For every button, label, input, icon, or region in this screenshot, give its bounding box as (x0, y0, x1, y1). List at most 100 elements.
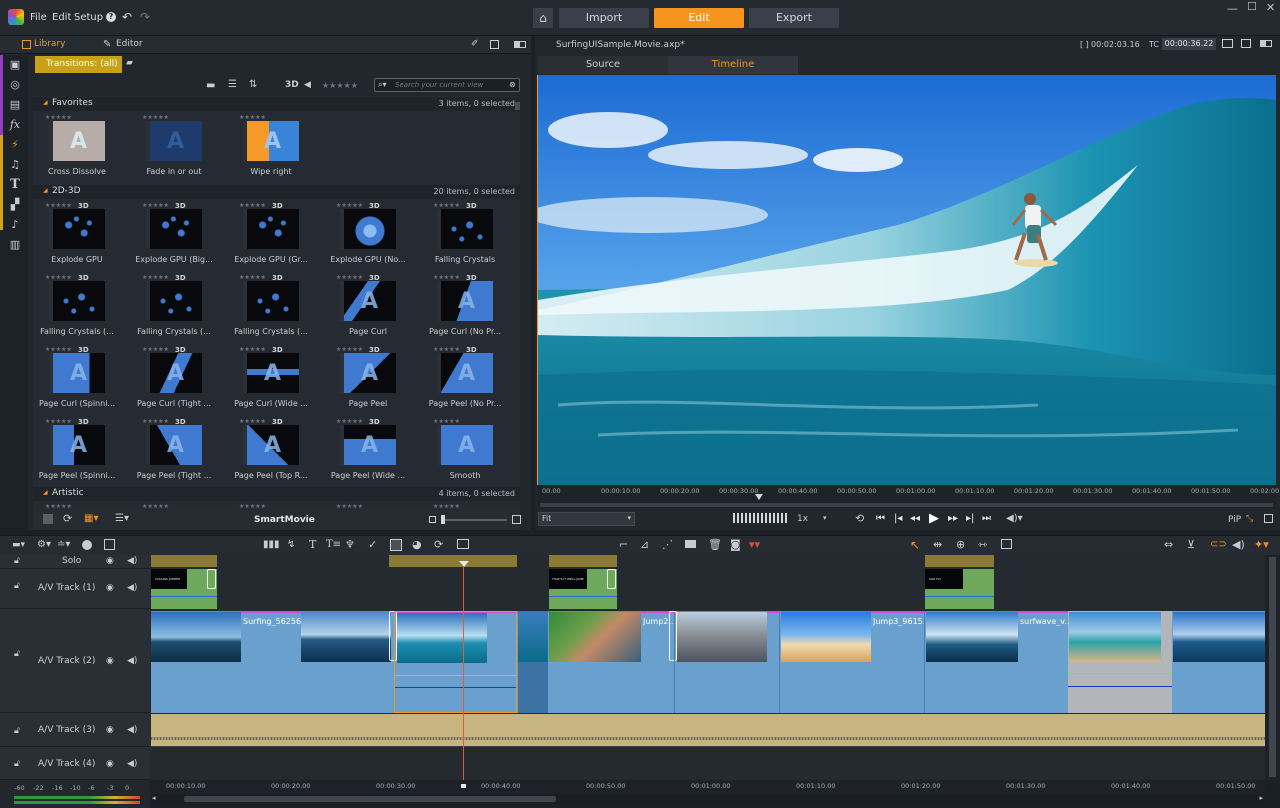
rating-stars[interactable]: ★★★★★ (336, 418, 363, 425)
music-icon[interactable]: ♫ (7, 157, 23, 173)
rating-stars[interactable]: ★★★★★ (239, 274, 266, 281)
grid-icon[interactable] (390, 539, 402, 551)
rating-stars[interactable]: ★★★★★ (336, 274, 363, 281)
selection-tool-icon[interactable]: ↖ (910, 538, 920, 552)
clip-handle[interactable] (669, 611, 677, 661)
sound-effects-icon[interactable]: ♪ (7, 217, 23, 233)
razor-icon[interactable]: ⌐ (619, 538, 628, 551)
rating-stars[interactable]: ★★★★★ (433, 346, 460, 353)
audio-icon[interactable]: ◀) (127, 656, 137, 666)
speed-chevron-icon[interactable]: ▾ (823, 514, 827, 522)
track-header-icon[interactable]: ▬▾ (12, 540, 25, 550)
tag-filter-icon[interactable]: ◀ (304, 80, 311, 90)
grid-view-icon[interactable]: ▦▾ (84, 513, 98, 524)
rating-stars[interactable]: ★★★★★ (239, 346, 266, 353)
transition-tile[interactable]: ★★★★★ 3D A Page Curl (Tight ... (134, 346, 214, 418)
visibility-icon[interactable]: ◉ (106, 725, 114, 735)
transition-tile[interactable]: ★★★★★ 3D A Page Peel (Wide ... (328, 418, 408, 490)
transition-tile[interactable]: ★★★★★ 3D Explode GPU (Gr... (231, 202, 311, 274)
transition-tile[interactable]: ★★★★★ 3D A Page Curl (328, 274, 408, 346)
fit-dropdown[interactable]: Fit ▾ (538, 512, 635, 526)
rating-stars[interactable]: ★★★★★ (433, 503, 460, 510)
snap-icon[interactable]: ⊂⊃ (1210, 539, 1227, 550)
menus-icon[interactable]: ▥ (7, 237, 23, 253)
projects-icon[interactable]: ▤ (7, 97, 23, 113)
rating-stars[interactable]: ★★★★★ (239, 418, 266, 425)
rating-stars[interactable]: ★★★★★ (142, 274, 169, 281)
audio-scrub-icon[interactable]: ◀) (1232, 538, 1245, 551)
fullscreen-icon[interactable] (1264, 514, 1273, 523)
rating-stars[interactable]: ★★★★★ (142, 114, 169, 121)
smartmovie-button[interactable]: SmartMovie (254, 515, 315, 525)
titles-icon[interactable]: T (7, 177, 23, 193)
step-forward-icon[interactable]: ▸▸ (948, 513, 958, 524)
close-icon[interactable]: ✕ (1266, 1, 1275, 14)
transition-tile[interactable]: ★★★★★ A Fade in or out (134, 114, 214, 186)
audio-icon[interactable]: ◀) (127, 556, 137, 566)
microphone-icon[interactable]: ♆ (345, 538, 355, 551)
transition-tile[interactable]: ★★★★★ 3D Falling Crystals (... (134, 274, 214, 346)
solo-segment[interactable] (389, 555, 517, 567)
timeline-playhead-handle[interactable] (459, 561, 469, 567)
media-icon[interactable]: ▣ (7, 57, 23, 73)
rating-stars[interactable]: ★★★★★ (45, 418, 72, 425)
tag-icon[interactable]: ▰ (126, 58, 133, 68)
rating-stars[interactable]: ★★★★★ (239, 114, 266, 121)
audio-clip[interactable] (151, 714, 1265, 746)
rating-stars[interactable]: ★★★★★ (336, 202, 363, 209)
transition-tile[interactable]: ★★★★★ 3D Falling Crystals (425, 202, 505, 274)
title-clip[interactable]: SUR FLY (925, 569, 994, 609)
overwrite-mode-icon[interactable]: ✦▾ (1254, 538, 1269, 551)
clip-handle[interactable] (207, 569, 216, 589)
clip-icon[interactable] (685, 540, 696, 548)
tab-timeline[interactable]: Timeline (668, 56, 798, 74)
rating-stars[interactable]: ★★★★★ (433, 418, 460, 425)
detail-view-icon[interactable]: ☰▾ (115, 513, 129, 524)
rating-stars[interactable]: ★★★★★ (239, 503, 266, 510)
tab-editor[interactable]: Editor (116, 39, 143, 49)
selected-clip[interactable] (394, 611, 517, 713)
transition-tile[interactable]: ★★★★★ 3D A Page Curl (No Pr... (425, 274, 505, 346)
rating-stars[interactable]: ★★★★★ (239, 202, 266, 209)
timeline-horizontal-scrollbar[interactable]: ◂ ▸ (150, 794, 1265, 804)
menu-setup[interactable]: Setup (74, 12, 103, 23)
undo-icon[interactable]: ↶ (122, 10, 132, 24)
undock-player-icon[interactable] (1241, 39, 1251, 48)
3d-filter-toggle[interactable]: 3D (285, 80, 299, 90)
transition-tile[interactable]: ★★★★★ A Cross Dissolve (37, 114, 117, 186)
timeline-ruler[interactable]: 00:00:10.00 00:00:20.00 00:00:30.00 00:00:4… (150, 780, 1265, 794)
transition-tile[interactable]: ★★★★★ A Smooth (425, 418, 505, 490)
edit-mode-button[interactable]: Edit (654, 8, 744, 28)
video-preview[interactable] (538, 75, 1276, 485)
transition-tile[interactable]: ★★★★★ 3D Falling Crystals (... (37, 274, 117, 346)
image-icon[interactable] (457, 539, 469, 549)
magnet-icon[interactable]: ⊻ (1187, 538, 1195, 551)
layout-icon[interactable] (514, 41, 526, 48)
search-box[interactable]: ⌕▾ ⊗ (374, 78, 520, 92)
home-icon[interactable]: ⌂ (533, 8, 553, 28)
disc-icon[interactable]: ◎ (7, 77, 23, 93)
transition-tile[interactable]: ★★★★★ 3D Falling Crystals (... (231, 274, 311, 346)
filter-transitions-button[interactable]: Transitions: (all) (35, 56, 122, 73)
transition-tile[interactable]: ★★★★★ 3D Explode GPU (No... (328, 202, 408, 274)
snapshot-icon[interactable] (1222, 39, 1233, 48)
sync-icon[interactable]: ⇔ (1164, 538, 1173, 551)
track-name[interactable]: A/V Track (2) (38, 656, 95, 666)
solo-segment[interactable] (549, 555, 617, 567)
title-icon[interactable]: T (309, 538, 316, 551)
ripple-icon[interactable]: ⇹ (933, 538, 942, 551)
montage-icon[interactable]: ▞ (7, 197, 23, 213)
rating-stars[interactable]: ★★★★★ (142, 418, 169, 425)
import-mode-button[interactable]: Import (559, 8, 649, 28)
lock-icon[interactable]: 🔓︎ (14, 556, 20, 566)
go-to-end-icon[interactable]: ⏭ (982, 513, 991, 524)
playhead-marker[interactable] (755, 494, 763, 500)
transition-tile[interactable]: ★★★★★ 3D A Page Peel (Tight ... (134, 418, 214, 490)
collection-icon[interactable] (43, 514, 53, 524)
play-button[interactable]: ▶ (929, 511, 939, 526)
camera-icon[interactable]: ◙ (730, 538, 741, 551)
visibility-icon[interactable]: ◉ (106, 583, 114, 593)
marker-v-icon[interactable]: ✓ (368, 538, 377, 551)
lock-icon[interactable]: 🔓︎ (14, 759, 20, 769)
tab-source[interactable]: Source (538, 56, 668, 74)
